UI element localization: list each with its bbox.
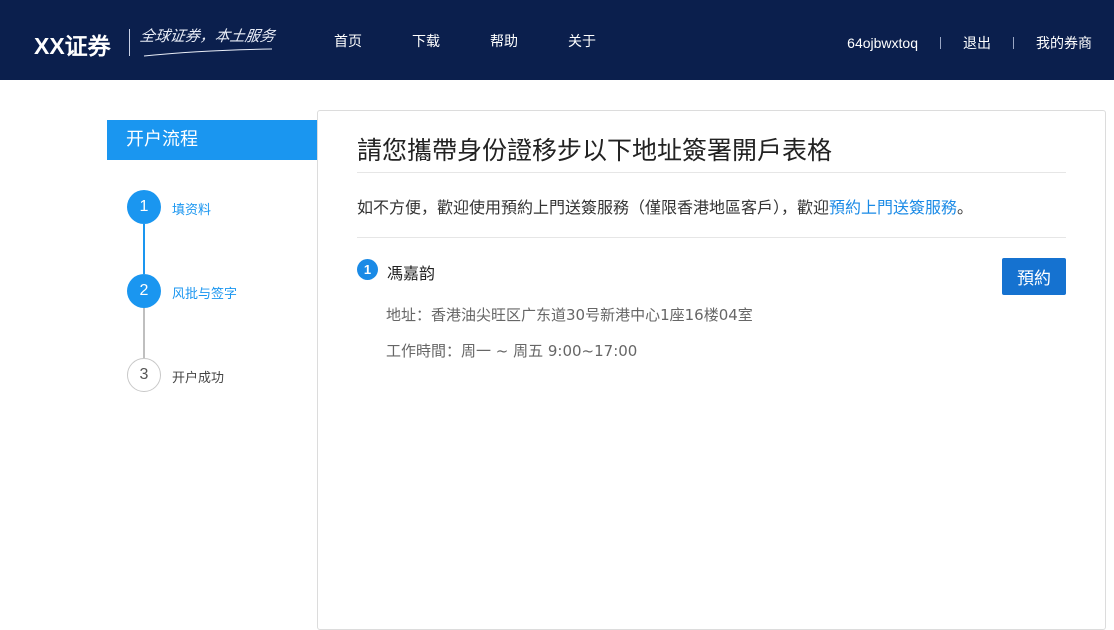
logo-divider — [129, 29, 130, 56]
page-title: 請您攜帶身份證移步以下地址簽署開戶表格 — [357, 136, 833, 165]
entry-number-badge: 1 — [357, 259, 378, 280]
user-area: 64ojbwxtoq 退出 我的券商 — [847, 33, 1092, 53]
step-2-circle: 2 — [127, 274, 161, 308]
brand-slogan: 全球证券，本土服务 — [138, 27, 277, 45]
step-2-label[interactable]: 风批与签字 — [172, 283, 237, 302]
step-connector-2 — [143, 307, 145, 358]
title-divider — [357, 172, 1066, 173]
username[interactable]: 64ojbwxtoq — [847, 35, 918, 51]
nav-download[interactable]: 下载 — [412, 31, 440, 51]
booking-service-link[interactable]: 預約上門送簽服務 — [829, 198, 957, 217]
entry-hours: 工作時間：周一 ~ 周五 9:00~17:00 — [386, 342, 638, 360]
notice-suffix: 。 — [957, 198, 974, 217]
slogan-underline — [143, 48, 273, 57]
main-nav: 首页 下载 帮助 关于 — [334, 31, 646, 51]
entry-name: 馮嘉韵 — [387, 264, 436, 283]
top-header: XX证券 全球证券，本土服务 首页 下载 帮助 关于 64ojbwxtoq 退出… — [0, 0, 1114, 80]
brand-logo[interactable]: XX证券 — [34, 27, 111, 61]
book-button[interactable]: 預約 — [1002, 258, 1066, 295]
notice-divider — [357, 237, 1066, 238]
separator — [940, 37, 941, 49]
separator — [1013, 37, 1014, 49]
step-3-label: 开户成功 — [172, 371, 225, 386]
nav-home[interactable]: 首页 — [334, 31, 362, 51]
nav-about[interactable]: 关于 — [568, 31, 596, 51]
step-1-circle: 1 — [127, 190, 161, 224]
notice-prefix: 如不方便，歡迎使用預約上門送簽服務（僅限香港地區客戶），歡迎 — [357, 198, 830, 217]
step-3-circle: 3 — [127, 358, 161, 392]
sidebar-title: 开户流程 — [107, 120, 318, 160]
notice-text: 如不方便，歡迎使用預約上門送簽服務（僅限香港地區客戶），歡迎預約上門送簽服務。 — [357, 194, 973, 218]
step-1-label[interactable]: 填资料 — [172, 199, 211, 218]
entry-address: 地址：香港油尖旺区广东道30号新港中心1座16楼04室 — [386, 306, 753, 324]
logout-link[interactable]: 退出 — [963, 33, 991, 53]
main-panel — [317, 110, 1106, 630]
my-broker-link[interactable]: 我的券商 — [1036, 33, 1092, 53]
nav-help[interactable]: 帮助 — [490, 31, 518, 51]
step-connector-1 — [143, 224, 145, 274]
